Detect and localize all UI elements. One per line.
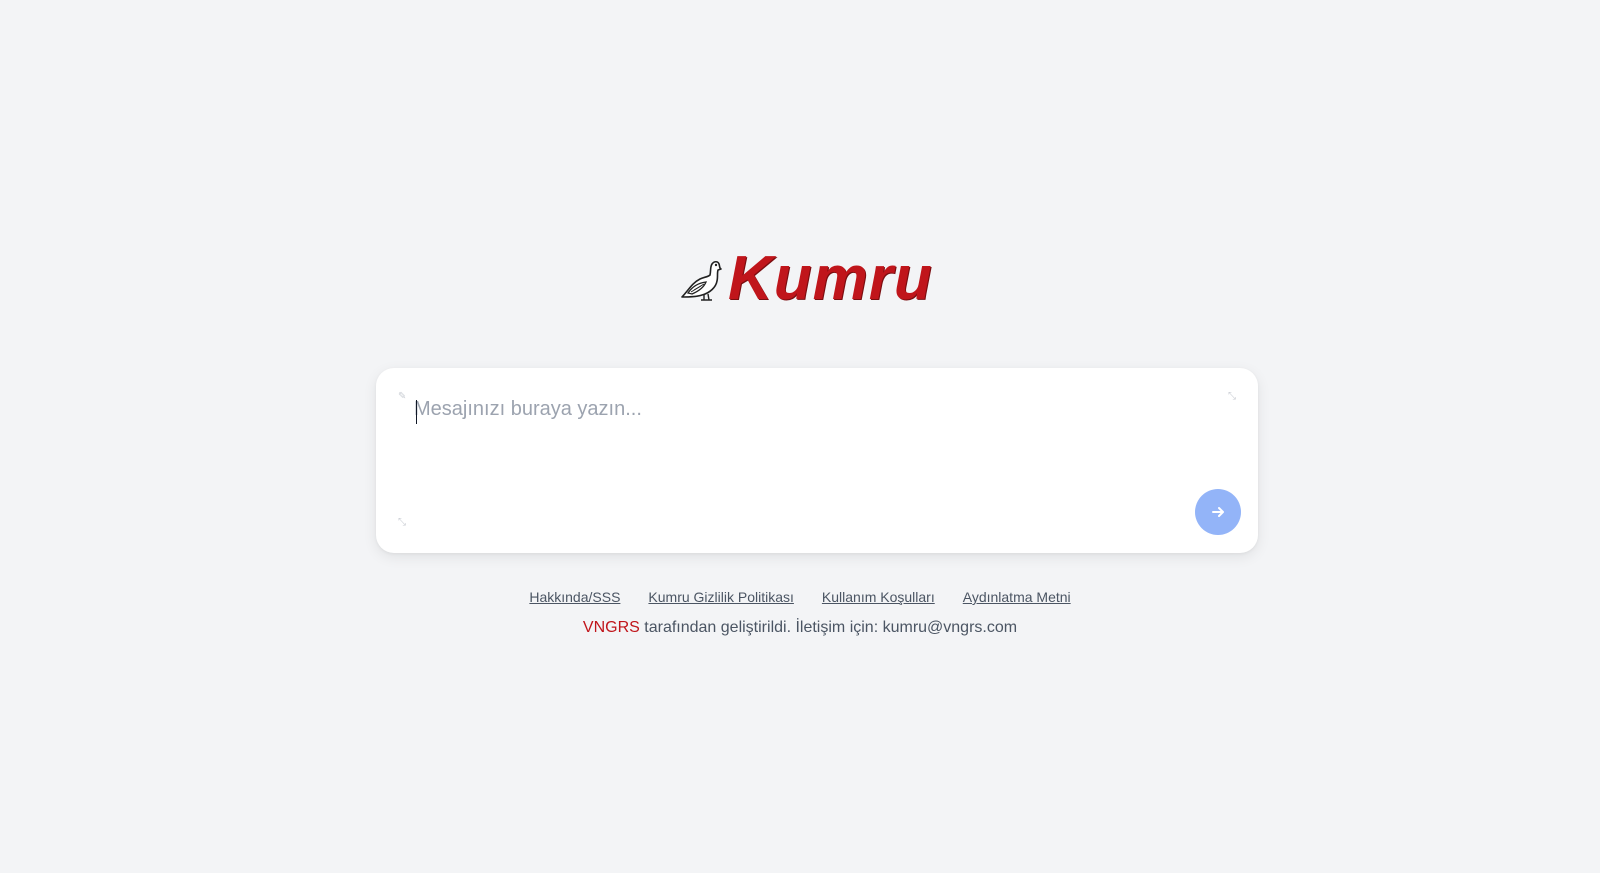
arrow-right-icon <box>1212 507 1224 517</box>
footer-links: Hakkında/SSS Kumru Gizlilik Politikası K… <box>0 589 1600 605</box>
chat-input-box: ✎ ⤡ ⤡ <box>376 368 1258 553</box>
text-caret <box>416 400 417 424</box>
vngrs-brand: VNGRS <box>582 619 640 636</box>
message-input[interactable] <box>414 398 1174 518</box>
disclosure-text-link[interactable]: Aydınlatma Metni <box>963 589 1071 605</box>
resize-icon: ⤡ <box>1228 391 1236 402</box>
kumru-logo: Kumru <box>674 244 933 313</box>
about-faq-link[interactable]: Hakkında/SSS <box>529 589 620 605</box>
privacy-policy-link[interactable]: Kumru Gizlilik Politikası <box>648 589 793 605</box>
credit-line: VNGRS tarafından geliştirildi. İletişim … <box>0 619 1600 637</box>
resize-icon: ⤡ <box>398 517 406 528</box>
logo-text: Kumru <box>728 244 933 313</box>
pigeon-icon <box>681 260 722 301</box>
page: Kumru ✎ ⤡ ⤡ Hakkında/SSS Kumru Gizlilik … <box>0 0 1600 873</box>
send-button[interactable] <box>1195 489 1241 535</box>
terms-of-use-link[interactable]: Kullanım Koşulları <box>822 589 935 605</box>
credit-text: tarafından geliştirildi. İletişim için: … <box>639 619 1018 636</box>
pen-icon: ✎ <box>398 391 407 402</box>
